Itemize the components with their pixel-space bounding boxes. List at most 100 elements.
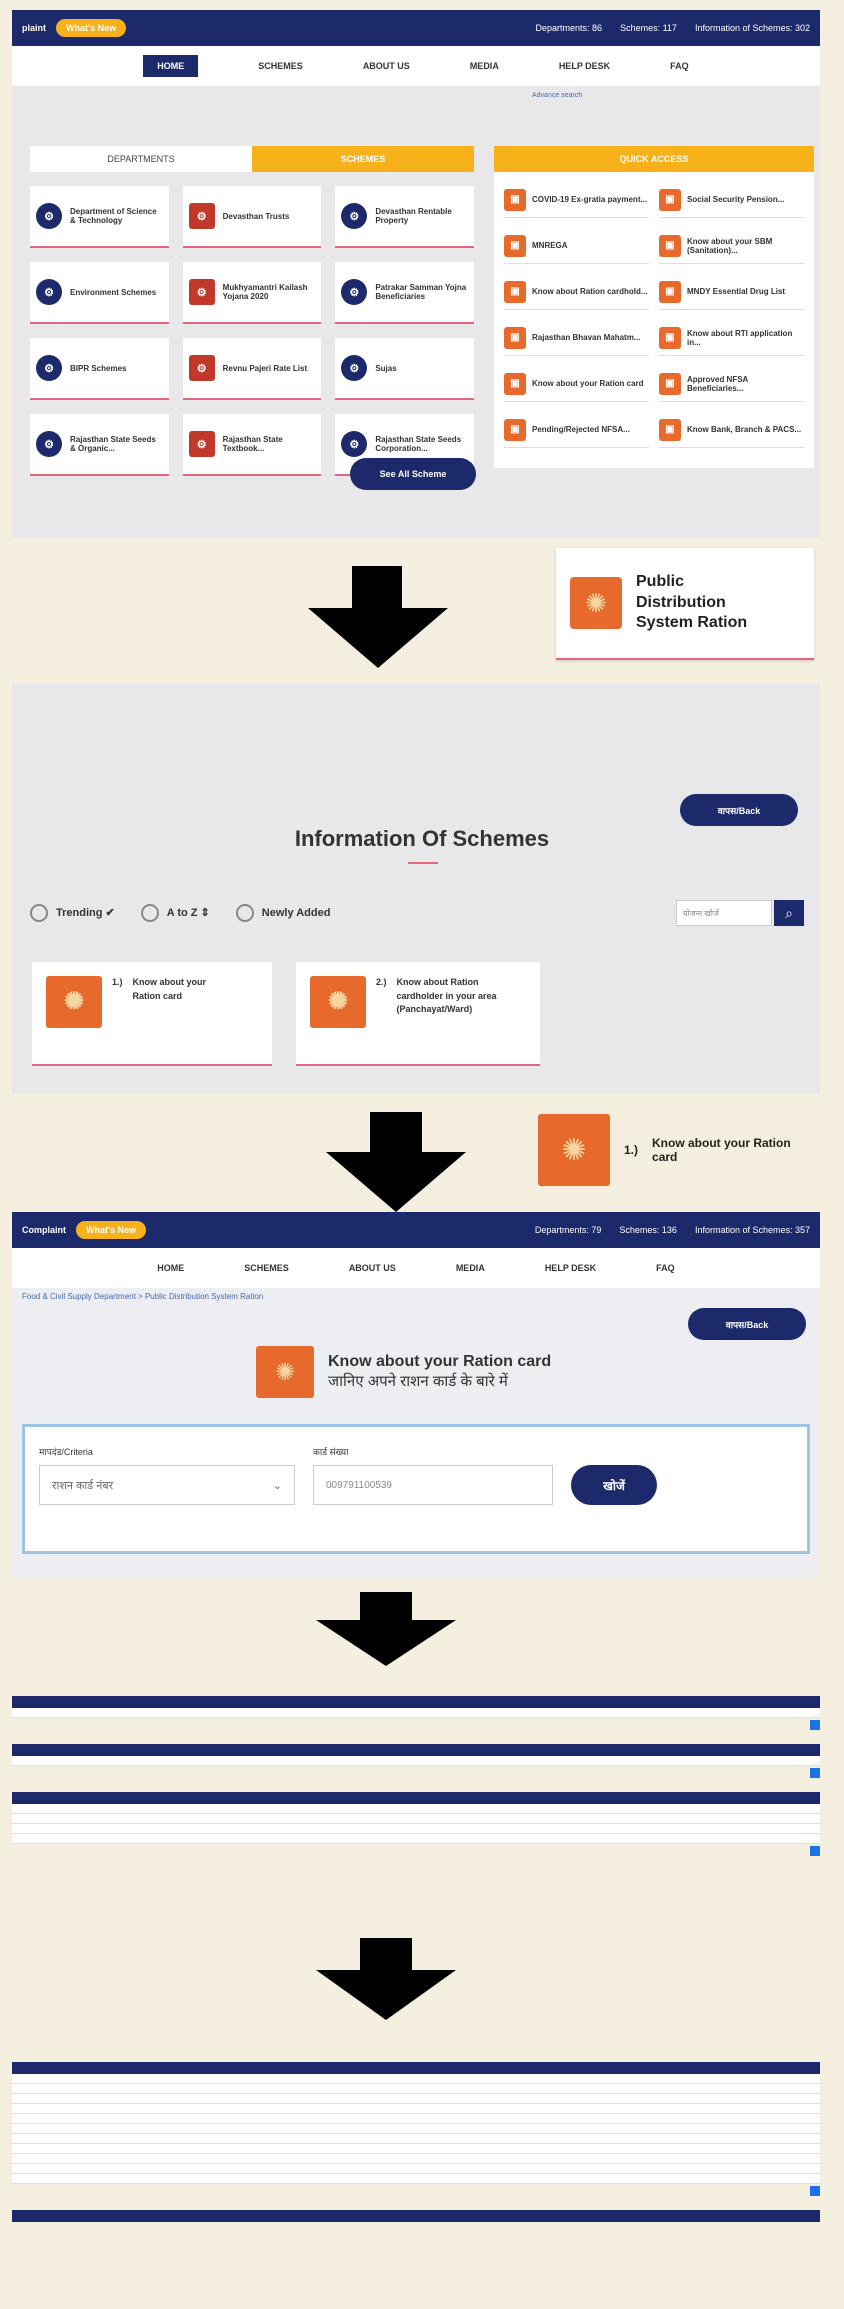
information-count[interactable]: Information of Schemes: 302 <box>695 23 810 33</box>
scheme-search-input[interactable]: योजना खोजें <box>676 900 772 926</box>
criteria-select[interactable]: राशन कार्ड नंबर ⌄ <box>39 1465 295 1505</box>
department-card[interactable]: ⚙ Patrakar Samman Yojna Beneficiaries <box>335 262 474 324</box>
filter-newly-added-label: Newly Added <box>261 906 331 919</box>
nav-schemes[interactable]: SCHEMES <box>258 61 303 71</box>
nav-media[interactable]: MEDIA <box>470 61 499 71</box>
ration-card-heading: ✺ Know about your Ration card जानिए अपने… <box>256 1346 551 1398</box>
complaint-link[interactable]: Complaint <box>12 1225 76 1235</box>
scheme-card-2[interactable]: ✺ 2.) Know about Ration cardholder in yo… <box>296 962 540 1066</box>
scheme-card-1[interactable]: ✺ 1.) Know about your Ration card <box>32 962 272 1066</box>
quick-access-item[interactable]: ▣ MNDY Essential Drug List <box>659 274 804 310</box>
back-button[interactable]: वापस/Back <box>688 1308 806 1340</box>
nav-home[interactable]: HOME <box>157 1263 184 1273</box>
quick-access-item[interactable]: ▣ Know about your Ration card <box>504 366 649 402</box>
tab-schemes[interactable]: SCHEMES <box>252 146 474 172</box>
nav-schemes[interactable]: SCHEMES <box>244 1263 289 1273</box>
scheme-card-text: Know about your Ration card <box>132 977 207 1001</box>
quick-access-item[interactable]: ▣ COVID-19 Ex-gratia payment... <box>504 182 649 218</box>
table-row <box>12 2154 820 2164</box>
advance-search-link[interactable]: Advance search <box>532 92 582 99</box>
criteria-value: राशन कार्ड नंबर <box>52 1479 114 1492</box>
nav-help-desk[interactable]: HELP DESK <box>545 1263 596 1273</box>
quick-access-item[interactable]: ▣ Approved NFSA Beneficiaries... <box>659 366 804 402</box>
quick-access-item[interactable]: ▣ Social Security Pension... <box>659 182 804 218</box>
table-row <box>12 2134 820 2144</box>
quick-access-item[interactable]: ▣ Know about your SBM (Sanitation)... <box>659 228 804 264</box>
page-title: Information Of Schemes <box>294 826 550 851</box>
search-icon[interactable]: ⌕ <box>774 900 804 926</box>
quick-access-item[interactable]: ▣ Know about Ration cardhold... <box>504 274 649 310</box>
department-card[interactable]: ⚙ Devasthan Trusts <box>182 186 322 248</box>
quick-access-label: Know about your Ration card <box>532 379 644 388</box>
callout-num: 1.) <box>624 1143 639 1157</box>
department-card[interactable]: ⚙ Rajasthan State Textbook... <box>182 414 322 476</box>
department-card-label: Sujas <box>375 363 397 373</box>
nav-home[interactable]: HOME <box>143 55 199 77</box>
table-row <box>12 2104 820 2114</box>
check-icon: ✔ <box>105 906 115 919</box>
whats-new-button[interactable]: What's New <box>76 1221 147 1239</box>
radio-icon[interactable] <box>30 904 48 922</box>
card-number-input[interactable]: 009791100539 <box>313 1465 553 1505</box>
quick-access-item[interactable]: ▣ Pending/Rejected NFSA... <box>504 412 649 448</box>
whats-new-button[interactable]: What's New <box>56 19 127 37</box>
department-card[interactable]: ⚙ Sujas <box>335 338 474 400</box>
radio-icon[interactable] <box>235 904 254 922</box>
quick-access-item[interactable]: ▣ MNREGA <box>504 228 649 264</box>
quick-access-label: Know Bank, Branch & PACS... <box>687 425 802 434</box>
see-all-schemes-button[interactable]: See All Scheme <box>350 458 476 490</box>
schemes-count[interactable]: Schemes: 136 <box>619 1225 677 1235</box>
filter-radios: Trending ✔ A to Z ⇕ Newly Added <box>30 904 330 922</box>
information-count[interactable]: Information of Schemes: 357 <box>695 1225 810 1235</box>
quick-access-grid: ▣ COVID-19 Ex-gratia payment... ▣ Social Se… <box>494 172 814 458</box>
quick-access-icon: ▣ <box>659 418 681 441</box>
ration-card-callout: ✺ 1.) Know about your Ration card <box>538 1114 812 1186</box>
chevron-down-icon: ⌄ <box>272 1479 282 1492</box>
quick-access-item[interactable]: ▣ Know Bank, Branch & PACS... <box>659 412 804 448</box>
ration-wheat-icon: ✺ <box>538 1114 610 1186</box>
nav-about-us[interactable]: ABOUT US <box>363 61 410 71</box>
quick-access-icon: ▣ <box>504 372 526 395</box>
department-logo-icon: ⚙ <box>188 203 215 229</box>
card-number-label: कार्ड संख्या <box>313 1447 349 1457</box>
department-card[interactable]: ⚙ Department of Science & Technology <box>30 186 169 248</box>
quick-access-label: Pending/Rejected NFSA... <box>532 425 630 434</box>
back-button[interactable]: वापस/Back <box>680 794 798 826</box>
quick-access-label: COVID-19 Ex-gratia payment... <box>532 195 648 204</box>
search-button[interactable]: खोजें <box>571 1465 657 1505</box>
nav-about-us[interactable]: ABOUT US <box>349 1263 396 1273</box>
page-button[interactable] <box>810 1846 820 1856</box>
department-logo-icon: ⚙ <box>36 355 62 381</box>
filter-a-to-z[interactable]: A to Z ⇕ <box>140 904 210 922</box>
tab-departments[interactable]: DEPARTMENTS <box>30 146 252 172</box>
department-card-label: Rajasthan State Textbook... <box>222 435 283 453</box>
table-row <box>12 2114 820 2124</box>
department-card[interactable]: ⚙ Mukhyamantri Kailash Yojana 2020 <box>182 262 322 324</box>
page-button[interactable] <box>810 1768 820 1778</box>
page-button[interactable] <box>810 1720 820 1730</box>
nav-media[interactable]: MEDIA <box>456 1263 485 1273</box>
quick-access-item[interactable]: ▣ Know about RTI application in... <box>659 320 804 356</box>
department-card[interactable]: ⚙ Devasthan Rentable Property <box>335 186 474 248</box>
filter-newly-added[interactable]: Newly Added <box>235 904 331 922</box>
department-card[interactable]: ⚙ Rajasthan State Seeds & Organic... <box>30 414 169 476</box>
department-card[interactable]: ⚙ BIPR Schemes <box>30 338 169 400</box>
quick-access-item[interactable]: ▣ Rajasthan Bhavan Mahatm... <box>504 320 649 356</box>
main-nav-3: HOME SCHEMES ABOUT US MEDIA HELP DESK FA… <box>12 1248 820 1288</box>
department-card-label: Department of Science & Technology <box>70 207 157 225</box>
schemes-count[interactable]: Schemes: 117 <box>620 23 677 33</box>
table-header <box>12 2210 820 2222</box>
nav-faq[interactable]: FAQ <box>656 1263 675 1273</box>
nav-faq[interactable]: FAQ <box>670 61 689 71</box>
departments-count[interactable]: Departments: 86 <box>536 23 603 33</box>
departments-count[interactable]: Departments: 79 <box>535 1225 602 1235</box>
department-card[interactable]: ⚙ Environment Schemes <box>30 262 169 324</box>
ration-wheat-icon: ✺ <box>256 1346 314 1398</box>
complaint-link[interactable]: plaint <box>12 23 56 33</box>
department-card[interactable]: ⚙ Revnu Pajeri Rate List <box>182 338 322 400</box>
radio-icon[interactable] <box>140 904 159 922</box>
filter-trending[interactable]: Trending ✔ <box>30 904 115 922</box>
page-button[interactable] <box>810 2186 820 2196</box>
breadcrumb[interactable]: Food & Civil Supply Department > Public … <box>22 1292 263 1301</box>
nav-help-desk[interactable]: HELP DESK <box>559 61 610 71</box>
